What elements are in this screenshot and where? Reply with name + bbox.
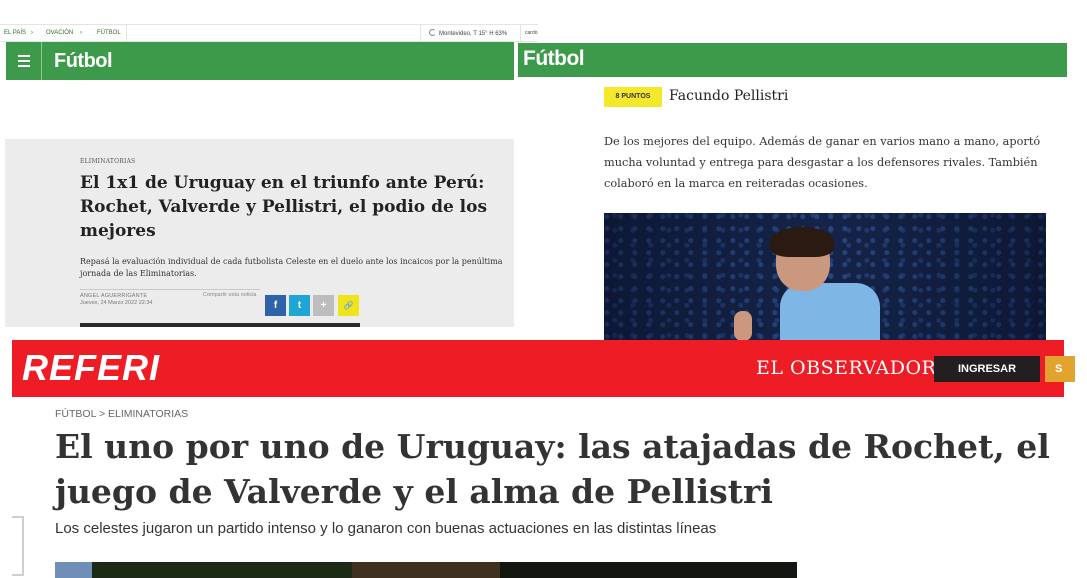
twitter-icon: t — [297, 300, 302, 311]
player-rating-panel: Fútbol 8 PUNTOS Facundo Pellistri De los… — [516, 43, 1087, 341]
player-photo — [604, 213, 1046, 341]
player-review: De los mejores del equipo. Además de gan… — [604, 135, 1041, 190]
copy-link-button[interactable]: 🔗 — [338, 295, 359, 316]
site-header: REFERI EL OBSERVADOR INGRESAR S — [12, 340, 1075, 397]
section-title[interactable]: Fútbol — [54, 50, 113, 73]
weather-text: Montevideo, T 15° H 63% — [439, 31, 508, 37]
el-observador-logo[interactable]: EL OBSERVADOR — [756, 357, 936, 379]
article-image — [55, 562, 797, 578]
article-subtitle: Los celestes jugaron un partido intenso … — [55, 520, 717, 537]
side-decoration — [12, 516, 24, 576]
breadcrumb-item-ovacion[interactable]: OVACIÓN — [46, 30, 73, 36]
section-header-bar: Fútbol — [518, 43, 1067, 77]
breadcrumb-separator: › — [80, 30, 82, 36]
observador-article-panel: REFERI EL OBSERVADOR INGRESAR S FÚTBOL >… — [0, 340, 1087, 578]
hamburger-icon[interactable] — [6, 42, 42, 80]
article-subtitle: Repasá la evaluación individual de cada … — [80, 257, 503, 278]
more-share-button[interactable]: + — [313, 295, 334, 316]
publish-date: Jueves, 24 Marzo 2022 22:34 — [80, 300, 153, 306]
truncated-text: cardo — [525, 30, 538, 36]
login-button[interactable]: INGRESAR — [934, 356, 1040, 382]
breadcrumb-item-futbol[interactable]: FÚTBOL — [97, 30, 121, 36]
divider — [420, 25, 421, 41]
top-breadcrumb-bar: EL PAÍS › OVACIÓN › FÚTBOL Montevideo, T… — [0, 24, 538, 42]
elpais-article-panel: EL PAÍS › OVACIÓN › FÚTBOL Montevideo, T… — [0, 20, 540, 340]
breadcrumb[interactable]: FÚTBOL > ELIMINATORIAS — [55, 408, 188, 420]
breadcrumb-item-elpais[interactable]: EL PAÍS — [4, 30, 26, 36]
facebook-icon: f — [273, 300, 278, 311]
article-title[interactable]: El 1x1 de Uruguay en el triunfo ante Per… — [80, 171, 505, 243]
facebook-share-button[interactable]: f — [265, 295, 286, 316]
link-icon: 🔗 — [343, 301, 354, 310]
article-kicker[interactable]: ELIMINATORIAS — [80, 158, 135, 165]
player-name: Facundo Pellistri — [669, 88, 789, 104]
referi-logo[interactable]: REFERI — [22, 347, 160, 389]
section-title[interactable]: Fútbol — [523, 47, 585, 71]
twitter-share-button[interactable]: t — [289, 295, 310, 316]
rating-badge: 8 PUNTOS — [604, 87, 662, 107]
article-image — [80, 323, 360, 327]
section-header-bar: Fútbol — [6, 42, 514, 80]
divider — [520, 25, 521, 41]
article-card: ELIMINATORIAS El 1x1 de Uruguay en el tr… — [5, 139, 514, 327]
article-title: El uno por uno de Uruguay: las atajadas … — [55, 427, 1050, 511]
share-label: Compartir esta noticia — [203, 292, 257, 298]
breadcrumb-separator: › — [31, 30, 33, 36]
subscribe-button[interactable]: S — [1045, 356, 1075, 382]
plus-icon: + — [320, 300, 327, 311]
collage: EL PAÍS › OVACIÓN › FÚTBOL Montevideo, T… — [0, 0, 1087, 578]
weather-widget: Montevideo, T 15° H 63% — [429, 29, 507, 37]
weather-icon — [429, 29, 436, 36]
divider — [126, 25, 127, 41]
